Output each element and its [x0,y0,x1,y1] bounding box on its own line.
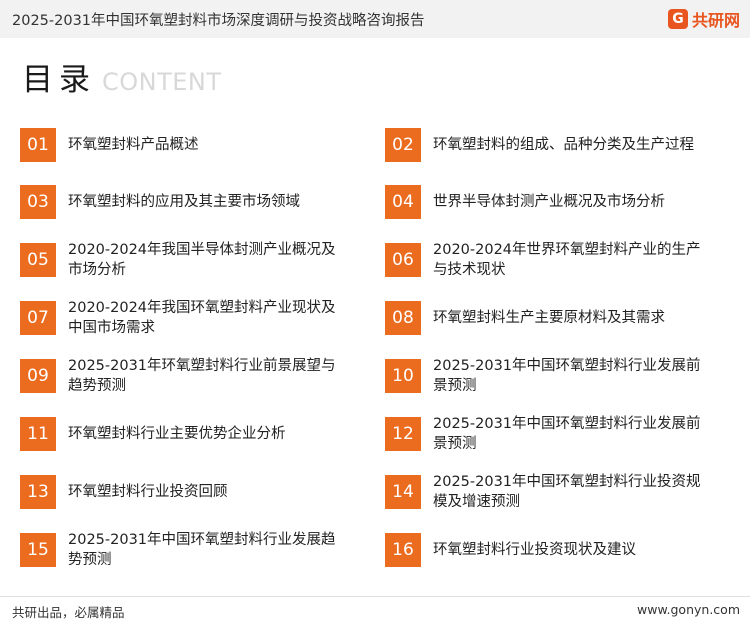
toc-item[interactable]: 04 世界半导体封测产业概况及市场分析 [385,183,725,221]
toc-number: 04 [385,185,421,219]
toc-text: 2025-2031年中国环氧塑封料行业发展前景预测 [433,416,701,452]
toc-item[interactable]: 08 环氧塑封料生产主要原材料及其需求 [385,299,725,337]
toc-text: 2025-2031年中国环氧塑封料行业发展前景预测 [433,358,701,394]
toc-item[interactable]: 12 2025-2031年中国环氧塑封料行业发展前景预测 [385,415,725,453]
toc-number: 06 [385,243,421,277]
toc-item[interactable]: 13 环氧塑封料行业投资回顾 [20,473,360,511]
toc-number: 15 [20,533,56,567]
toc-text: 2020-2024年我国半导体封测产业概况及市场分析 [68,242,336,278]
toc-number: 03 [20,185,56,219]
toc-text: 2020-2024年我国环氧塑封料产业现状及中国市场需求 [68,300,336,336]
toc-item[interactable]: 16 环氧塑封料行业投资现状及建议 [385,531,725,569]
toc-number: 08 [385,301,421,335]
footer-website[interactable]: www.gonyn.com [637,602,740,617]
toc-text: 环氧塑封料行业投资回顾 [68,484,228,500]
toc-item[interactable]: 09 2025-2031年环氧塑封料行业前景展望与趋势预测 [20,357,360,395]
toc-item[interactable]: 06 2020-2024年世界环氧塑封料产业的生产与技术现状 [385,241,725,279]
toc-number: 10 [385,359,421,393]
toc-item[interactable]: 05 2020-2024年我国半导体封测产业概况及市场分析 [20,241,360,279]
toc-number: 09 [20,359,56,393]
toc-item[interactable]: 02 环氧塑封料的组成、品种分类及生产过程 [385,126,725,164]
toc-number: 01 [20,128,56,162]
toc-item[interactable]: 11 环氧塑封料行业主要优势企业分析 [20,415,360,453]
toc-text: 环氧塑封料的应用及其主要市场领域 [68,194,300,210]
toc-item[interactable]: 03 环氧塑封料的应用及其主要市场领域 [20,183,360,221]
toc-number: 13 [20,475,56,509]
toc-number: 05 [20,243,56,277]
toc-item[interactable]: 01 环氧塑封料产品概述 [20,126,360,164]
toc-item[interactable]: 14 2025-2031年中国环氧塑封料行业投资规模及增速预测 [385,473,725,511]
toc-item[interactable]: 15 2025-2031年中国环氧塑封料行业发展趋势预测 [20,531,360,569]
toc-text: 环氧塑封料的组成、品种分类及生产过程 [433,137,694,153]
toc-number: 14 [385,475,421,509]
toc-number: 02 [385,128,421,162]
toc-number: 11 [20,417,56,451]
toc-item[interactable]: 07 2020-2024年我国环氧塑封料产业现状及中国市场需求 [20,299,360,337]
footer: 共研出品，必属精品 www.gonyn.com [0,596,750,622]
toc-number: 12 [385,417,421,451]
footer-slogan: 共研出品，必属精品 [12,605,125,620]
toc-text: 环氧塑封料行业主要优势企业分析 [68,426,286,442]
toc-text: 2025-2031年中国环氧塑封料行业发展趋势预测 [68,532,336,568]
toc-text: 2025-2031年环氧塑封料行业前景展望与趋势预测 [68,358,336,394]
toc-text: 环氧塑封料产品概述 [68,137,199,153]
toc-number: 16 [385,533,421,567]
toc-text: 2020-2024年世界环氧塑封料产业的生产与技术现状 [433,242,701,278]
toc-text: 环氧塑封料生产主要原材料及其需求 [433,310,665,326]
toc-text: 世界半导体封测产业概况及市场分析 [433,194,665,210]
toc-item[interactable]: 10 2025-2031年中国环氧塑封料行业发展前景预测 [385,357,725,395]
toc-text: 2025-2031年中国环氧塑封料行业投资规模及增速预测 [433,474,701,510]
toc-number: 07 [20,301,56,335]
toc-text: 环氧塑封料行业投资现状及建议 [433,542,636,558]
table-of-contents: 01 环氧塑封料产品概述 02 环氧塑封料的组成、品种分类及生产过程 03 环氧… [0,0,750,600]
